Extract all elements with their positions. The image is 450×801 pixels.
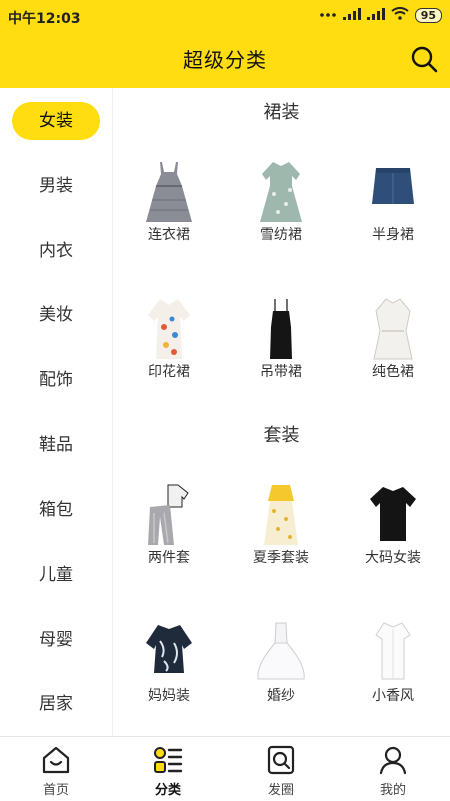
nav-profile[interactable]: 我的 — [337, 737, 449, 801]
category-item[interactable]: 妈妈装 — [113, 621, 225, 731]
more-dots-icon — [319, 8, 337, 23]
nav-label: 发圈 — [267, 783, 294, 798]
wedding-dress-icon — [257, 622, 305, 680]
sidebar-item-accessories[interactable]: 配饰 — [0, 360, 112, 400]
plus-size-tee-icon — [370, 487, 416, 541]
summer-set-icon — [264, 485, 298, 545]
category-item-label: 婚纱 — [267, 688, 295, 704]
profile-icon — [379, 746, 407, 775]
status-time: 中午12:03 — [8, 11, 81, 27]
category-item-label: 大码女装 — [365, 550, 421, 566]
sidebar-item-label: 女装 — [12, 102, 100, 140]
category-item-label: 吊带裙 — [260, 364, 302, 380]
section-title-dresses: 裙装 — [263, 102, 300, 123]
category-item-label: 连衣裙 — [148, 227, 190, 243]
sidebar-item-label: 配饰 — [39, 370, 73, 390]
search-button[interactable] — [408, 43, 440, 75]
category-item[interactable]: 雪纺裙 — [225, 160, 337, 270]
sidebar-item-label: 鞋品 — [39, 435, 73, 455]
wifi-icon — [391, 7, 409, 24]
sidebar-item-underwear[interactable]: 内衣 — [0, 231, 112, 271]
category-sidebar: 女装 男装 内衣 美妆 配饰 鞋品 箱包 儿童 母婴 居家 — [0, 88, 113, 736]
app-header: 中午12:03 95 超级分类 — [0, 0, 450, 88]
sidebar-item-home[interactable]: 居家 — [0, 684, 112, 724]
category-icon — [154, 747, 183, 773]
category-item-label: 半身裙 — [372, 227, 414, 243]
share-circle-icon — [267, 745, 295, 775]
category-item[interactable]: 连衣裙 — [113, 160, 225, 270]
slip-dress-icon — [270, 299, 292, 359]
category-item-label: 两件套 — [148, 550, 190, 566]
nav-label: 分类 — [154, 783, 181, 798]
nav-label: 我的 — [379, 783, 406, 798]
mom-wear-icon — [146, 625, 192, 673]
home-icon — [42, 746, 70, 774]
sidebar-item-label: 母婴 — [39, 630, 73, 650]
chiffon-dress-icon — [260, 162, 302, 222]
category-item[interactable]: 夏季套装 — [225, 483, 337, 593]
sidebar-item-label: 居家 — [39, 694, 73, 714]
sidebar-item-label: 男装 — [39, 176, 73, 196]
category-item[interactable]: 纯色裙 — [337, 297, 449, 407]
nav-share-circle[interactable]: 发圈 — [225, 737, 337, 801]
category-item-label: 小香风 — [372, 688, 414, 704]
nav-home[interactable]: 首页 — [0, 737, 112, 801]
signal-icon — [366, 7, 385, 24]
white-dress-icon — [373, 298, 413, 360]
sidebar-item-label: 儿童 — [39, 565, 73, 585]
category-item-label: 夏季套装 — [253, 550, 309, 566]
category-item[interactable]: 印花裙 — [113, 297, 225, 407]
sidebar-item-label: 美妆 — [39, 305, 73, 325]
sidebar-item-kids[interactable]: 儿童 — [0, 555, 112, 595]
sidebar-item-label: 箱包 — [39, 500, 73, 520]
printed-dress-icon — [148, 299, 190, 359]
denim-skirt-icon — [372, 168, 414, 204]
category-item[interactable]: 半身裙 — [337, 160, 449, 270]
sidebar-item-label: 内衣 — [39, 241, 73, 261]
category-item[interactable]: 两件套 — [113, 483, 225, 593]
category-content: 裙装 连衣裙 雪纺裙 半身裙 印花裙 吊带裙 纯色裙 套装 两件套 夏季套装 大… — [113, 88, 450, 736]
sidebar-item-baby[interactable]: 母婴 — [0, 620, 112, 660]
two-piece-set-icon — [148, 484, 189, 545]
category-item-label: 印花裙 — [148, 364, 190, 380]
sidebar-item-makeup[interactable]: 美妆 — [0, 295, 112, 335]
sidebar-item-shoes[interactable]: 鞋品 — [0, 425, 112, 465]
category-item-label: 妈妈装 — [148, 688, 190, 704]
sidebar-item-men[interactable]: 男装 — [0, 166, 112, 206]
status-icons: 95 — [319, 7, 442, 24]
sidebar-item-women[interactable]: 女装 — [0, 101, 112, 141]
category-item[interactable]: 吊带裙 — [225, 297, 337, 407]
battery-indicator: 95 — [414, 8, 442, 23]
sidebar-item-bags[interactable]: 箱包 — [0, 490, 112, 530]
section-title-sets: 套装 — [263, 425, 300, 446]
category-item[interactable]: 大码女装 — [337, 483, 449, 593]
status-bar: 中午12:03 95 — [0, 0, 450, 32]
page-title: 超级分类 — [183, 48, 267, 72]
category-item-label: 雪纺裙 — [260, 227, 302, 243]
search-icon — [411, 46, 438, 73]
nav-category[interactable]: 分类 — [112, 737, 224, 801]
category-item[interactable]: 婚纱 — [225, 621, 337, 731]
sleeveless-dress-icon — [146, 162, 192, 222]
category-item-label: 纯色裙 — [372, 364, 414, 380]
category-item[interactable]: 小香风 — [337, 621, 449, 731]
nav-label: 首页 — [42, 783, 69, 798]
chanel-style-icon — [375, 622, 411, 680]
signal-icon — [342, 7, 361, 24]
bottom-navigation: 首页 分类 发圈 我的 — [0, 736, 450, 801]
